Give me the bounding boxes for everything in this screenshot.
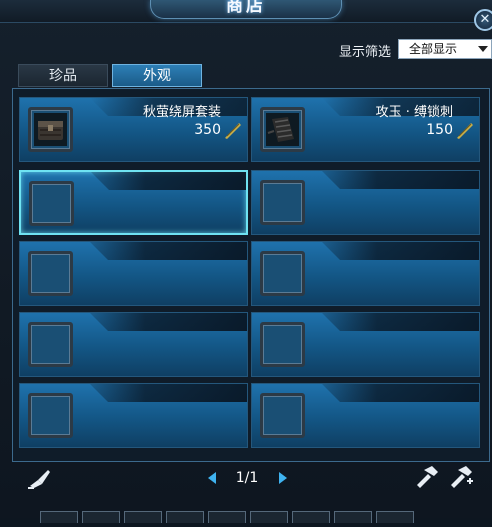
- filter-selected-value: 全部显示: [409, 42, 458, 56]
- prev-page-icon[interactable]: [208, 472, 216, 484]
- empty-item-slot[interactable]: [19, 312, 248, 377]
- title-bar: 商店: [0, 0, 492, 23]
- bottom-slot[interactable]: [82, 511, 120, 523]
- jade-currency-icon: [225, 123, 241, 139]
- item-grid-panel: 秋萤绕屏套装 350 攻玉 · 缚锁刺 150: [12, 88, 490, 462]
- tab-appearance[interactable]: 外观: [112, 64, 202, 87]
- bracer-icon: [266, 113, 299, 146]
- item-slot[interactable]: 秋萤绕屏套装 350: [19, 97, 248, 162]
- empty-item-slot[interactable]: [19, 383, 248, 448]
- empty-icon-frame: [260, 251, 305, 296]
- filter-dropdown[interactable]: 全部显示: [398, 39, 492, 59]
- item-slot[interactable]: 攻玉 · 缚锁刺 150: [251, 97, 480, 162]
- bottom-slot[interactable]: [124, 511, 162, 523]
- shop-window: 商店 ✕ 显示筛选 全部显示 珍品 外观 秋萤绕屏套装 350 攻玉 · 缚锁刺…: [0, 0, 492, 523]
- empty-item-slot[interactable]: [19, 170, 248, 235]
- bottom-slot-strip: [40, 508, 460, 523]
- item-name: 秋萤绕屏套装: [142, 105, 221, 120]
- window-title: 商店: [226, 0, 266, 16]
- empty-item-slot[interactable]: [251, 170, 480, 235]
- tab-treasures[interactable]: 珍品: [18, 64, 108, 87]
- bottom-slot[interactable]: [208, 511, 246, 523]
- hammer-icon[interactable]: [414, 466, 440, 488]
- empty-icon-frame: [28, 393, 73, 438]
- bottom-slot[interactable]: [376, 511, 414, 523]
- item-icon-frame: [260, 107, 305, 152]
- empty-item-slot[interactable]: [251, 312, 480, 377]
- empty-item-slot[interactable]: [19, 241, 248, 306]
- close-icon[interactable]: ✕: [474, 9, 492, 31]
- filter-label: 显示筛选: [339, 45, 392, 60]
- empty-item-slot[interactable]: [251, 383, 480, 448]
- empty-icon-frame: [260, 180, 305, 225]
- title-ornament: 商店: [150, 0, 342, 19]
- item-price: 350: [194, 122, 221, 138]
- item-icon-frame: [28, 107, 73, 152]
- outfit-chest-icon: [34, 113, 67, 146]
- bottom-slot[interactable]: [250, 511, 288, 523]
- bottom-slot[interactable]: [166, 511, 204, 523]
- empty-icon-frame: [28, 322, 73, 367]
- empty-item-slot[interactable]: [251, 241, 480, 306]
- item-name: 攻玉 · 缚锁刺: [375, 105, 453, 120]
- jade-currency-icon: [457, 123, 473, 139]
- brush-tool-icon[interactable]: [26, 468, 52, 490]
- empty-icon-frame: [29, 181, 74, 226]
- item-price: 150: [426, 122, 453, 138]
- bottom-slot[interactable]: [334, 511, 372, 523]
- hammer-add-icon[interactable]: [448, 466, 474, 488]
- empty-icon-frame: [260, 393, 305, 438]
- chevron-down-icon: [478, 46, 488, 52]
- bottom-slot[interactable]: [292, 511, 330, 523]
- next-page-icon[interactable]: [279, 472, 287, 484]
- empty-icon-frame: [260, 322, 305, 367]
- page-indicator: 1/1: [235, 470, 259, 486]
- empty-icon-frame: [28, 251, 73, 296]
- bottom-slot[interactable]: [40, 511, 78, 523]
